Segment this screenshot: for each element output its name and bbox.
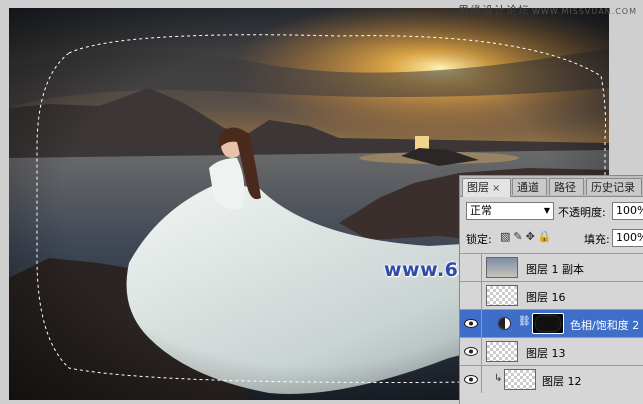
- opacity-label: 不透明度:: [558, 206, 606, 219]
- adjustment-layer-icon: [498, 317, 511, 330]
- layer-thumbnail: [504, 369, 536, 390]
- layer-name: 图层 16: [526, 291, 566, 304]
- tab-channels[interactable]: 通道: [512, 178, 547, 195]
- visibility-toggle[interactable]: [460, 310, 482, 337]
- layers-panel: 图层× 通道 路径 历史记录 正常▼ 不透明度: 100% 锁定: ▧✎✥🔒 填…: [459, 175, 643, 404]
- close-icon[interactable]: ×: [492, 183, 500, 194]
- eye-icon: [464, 347, 478, 356]
- visibility-toggle[interactable]: [460, 282, 482, 309]
- visibility-toggle[interactable]: [460, 338, 482, 365]
- layer-row[interactable]: 图层 16: [460, 281, 643, 309]
- tab-history[interactable]: 历史记录: [586, 178, 642, 195]
- blend-mode-select[interactable]: 正常 ▼: [466, 202, 554, 220]
- layer-thumbnail: [486, 257, 518, 278]
- lock-label: 锁定:: [466, 233, 492, 246]
- tab-paths[interactable]: 路径: [549, 178, 584, 195]
- layer-row[interactable]: 图层 1 副本: [460, 253, 643, 281]
- layer-name: 图层 13: [526, 347, 566, 360]
- clipping-arrow-icon: ↳: [494, 373, 503, 384]
- lock-all-icon[interactable]: 🔒: [538, 230, 555, 243]
- opacity-input[interactable]: 100%: [612, 202, 643, 220]
- lock-icons: ▧✎✥🔒: [500, 230, 555, 243]
- visibility-toggle[interactable]: [460, 366, 482, 393]
- layer-thumbnail: [486, 341, 518, 362]
- layer-thumbnail: [486, 285, 518, 306]
- lock-brush-icon[interactable]: ✎: [513, 230, 525, 243]
- layer-name: 图层 1 副本: [526, 263, 584, 276]
- eye-icon: [464, 375, 478, 384]
- layer-mask-thumbnail[interactable]: [532, 313, 564, 334]
- layer-row-selected[interactable]: ⛓ 色相/饱和度 2: [460, 309, 643, 337]
- chevron-down-icon: ▼: [543, 206, 550, 215]
- layer-row[interactable]: ↳ 图层 12: [460, 365, 643, 393]
- fill-input[interactable]: 100%: [612, 229, 643, 247]
- lock-transparency-icon[interactable]: ▧: [500, 230, 513, 243]
- fill-label: 填充:: [584, 233, 610, 246]
- lock-move-icon[interactable]: ✥: [526, 230, 538, 243]
- lock-fill-row: 锁定: ▧✎✥🔒 填充: 100%: [466, 229, 643, 247]
- eye-icon: [464, 319, 478, 328]
- visibility-toggle[interactable]: [460, 254, 482, 281]
- panel-tabs: 图层 × 通道 路径 历史记录: [460, 176, 643, 197]
- tab-layers[interactable]: 图层 ×: [462, 178, 511, 197]
- forum-watermark: 思缘设计论坛 WWW.MISSVUAN.COM: [458, 4, 637, 17]
- layer-name: 图层 12: [542, 375, 582, 388]
- layer-row[interactable]: 图层 13: [460, 337, 643, 365]
- layer-name: 色相/饱和度 2: [570, 319, 640, 332]
- link-chain-icon[interactable]: ⛓: [518, 316, 531, 327]
